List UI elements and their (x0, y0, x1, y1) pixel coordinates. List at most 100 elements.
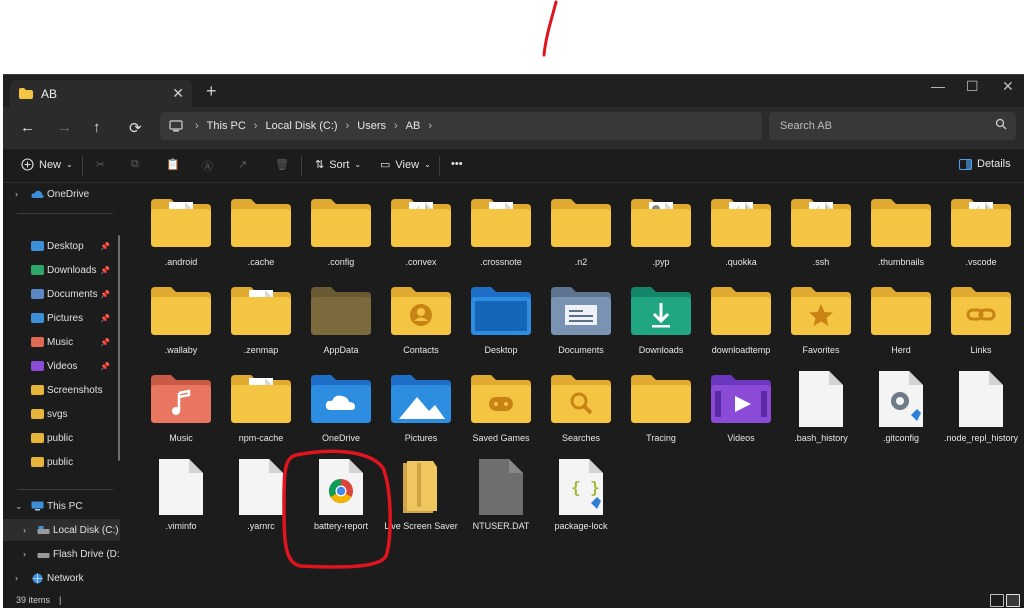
file-item[interactable]: .config (303, 191, 379, 279)
file-item[interactable]: { } package-lock (543, 455, 619, 543)
file-item[interactable]: Videos (703, 367, 779, 455)
sidebar-item-documents[interactable]: Documents 📌 (3, 283, 120, 305)
sidebar-item-desktop[interactable]: Desktop 📌 (3, 235, 120, 257)
file-item[interactable]: Herd (863, 279, 939, 367)
file-item[interactable]: .gitconfig (863, 367, 939, 455)
file-item[interactable]: OneDrive (303, 367, 379, 455)
sidebar-item-local-disk[interactable]: › Local Disk (C:) (3, 519, 120, 541)
sidebar-item-onedrive[interactable]: › OneDrive (3, 183, 120, 205)
file-item[interactable]: Documents (543, 279, 619, 367)
chevron-right-icon[interactable]: › (23, 525, 26, 535)
file-item[interactable]: .wallaby (143, 279, 219, 367)
paste-icon[interactable]: 📋 (166, 158, 180, 171)
sidebar-item-videos[interactable]: Videos 📌 (3, 355, 120, 377)
maximize-button[interactable]: ☐ (966, 78, 979, 95)
copy-icon[interactable]: ⧉ (131, 158, 139, 171)
file-item[interactable]: { } .quokka (703, 191, 779, 279)
search-box[interactable]: Search AB (769, 112, 1016, 140)
file-item-name: .crossnote (480, 257, 522, 267)
chevron-right-icon[interactable]: › (15, 189, 18, 199)
sidebar-item-this-pc[interactable]: ⌄ This PC (3, 495, 120, 517)
details-button[interactable]: Details (959, 158, 1011, 170)
file-item[interactable]: .pyp (623, 191, 699, 279)
file-item[interactable]: .crossnote (463, 191, 539, 279)
tab-ab[interactable]: AB ✕ (10, 80, 192, 107)
divider (301, 156, 302, 176)
divider (439, 156, 440, 176)
sidebar-label: Screenshots (47, 384, 103, 396)
sidebar-item-downloads[interactable]: Downloads 📌 (3, 259, 120, 281)
file-item[interactable]: Downloads (623, 279, 699, 367)
new-tab-button[interactable]: + (206, 81, 217, 102)
folder-icon (229, 195, 293, 251)
file-item[interactable]: AppData (303, 279, 379, 367)
forward-button[interactable]: → (57, 119, 72, 136)
sidebar-item-screenshots[interactable]: Screenshots (3, 379, 120, 401)
up-button[interactable]: ↑ (93, 119, 101, 136)
sidebar-item-public[interactable]: public (3, 427, 120, 449)
file-item[interactable]: .n2 (543, 191, 619, 279)
chevron-down-icon[interactable]: ⌄ (15, 501, 23, 512)
file-item[interactable]: .zenmap (223, 279, 299, 367)
sidebar-item-svgs[interactable]: svgs (3, 403, 120, 425)
sort-button[interactable]: ⇅ Sort ⌄ (315, 158, 361, 172)
file-item[interactable]: Pictures (383, 367, 459, 455)
file-item[interactable]: downloadtemp (703, 279, 779, 367)
refresh-button[interactable]: ⟳ (129, 119, 142, 137)
chevron-right-icon[interactable]: › (23, 549, 26, 559)
file-item[interactable]: .cache (223, 191, 299, 279)
file-item[interactable]: .viminfo (143, 455, 219, 543)
file-item-name: Saved Games (472, 433, 530, 443)
share-icon[interactable]: ↗ (238, 158, 247, 171)
file-item[interactable]: { } .convex (383, 191, 459, 279)
breadcrumb-users[interactable]: Users (357, 120, 386, 132)
file-item[interactable]: Tracing (623, 367, 699, 455)
file-item[interactable]: Searches (543, 367, 619, 455)
search-icon (995, 118, 1007, 130)
file-item[interactable]: { } .vscode (943, 191, 1019, 279)
details-view-button[interactable] (990, 594, 1004, 607)
file-item[interactable]: Favorites (783, 279, 859, 367)
file-item[interactable]: .node_repl_history (943, 367, 1019, 455)
file-item[interactable]: .thumbnails (863, 191, 939, 279)
folder-icon (149, 283, 213, 339)
sidebar-item-flash-drive[interactable]: › Flash Drive (D: (3, 543, 120, 565)
close-tab-icon[interactable]: ✕ (172, 85, 184, 102)
file-icon (149, 459, 213, 515)
file-item[interactable]: .android (143, 191, 219, 279)
file-item[interactable]: { } .ssh (783, 191, 859, 279)
file-item[interactable]: NTUSER.DAT (463, 455, 539, 543)
large-icons-view-button[interactable] (1006, 594, 1020, 607)
sidebar-label: Pictures (47, 312, 84, 324)
breadcrumb-this-pc[interactable]: This PC (207, 120, 246, 132)
more-options-button[interactable]: ••• (451, 158, 463, 170)
chevron-right-icon[interactable]: › (15, 573, 18, 583)
file-item[interactable]: Contacts (383, 279, 459, 367)
file-item[interactable]: .yarnrc (223, 455, 299, 543)
back-button[interactable]: ← (20, 119, 35, 136)
file-item[interactable]: battery-report (303, 455, 379, 543)
breadcrumb-local-disk[interactable]: Local Disk (C:) (265, 120, 337, 132)
delete-icon[interactable]: 🗑 (275, 158, 289, 171)
file-item[interactable]: Live Screen Saver (383, 455, 459, 543)
file-item[interactable]: Music (143, 367, 219, 455)
file-item[interactable]: Links (943, 279, 1019, 367)
sidebar-item-music[interactable]: Music 📌 (3, 331, 120, 353)
sidebar-item-public[interactable]: public (3, 451, 120, 473)
close-window-button[interactable]: ✕ (1002, 78, 1014, 95)
cut-icon[interactable]: ✂ (96, 158, 105, 171)
new-button[interactable]: New ⌄ (21, 158, 73, 171)
file-item[interactable]: Desktop (463, 279, 539, 367)
divider (82, 156, 83, 176)
rename-icon[interactable]: Ⓐ (202, 158, 213, 174)
breadcrumb-ab[interactable]: AB (406, 120, 421, 132)
view-button[interactable]: ▭ View ⌄ (380, 158, 431, 172)
address-bar[interactable]: › This PC › Local Disk (C:) › Users › AB… (160, 112, 762, 140)
chevron-right-icon[interactable]: › (428, 120, 432, 132)
file-item[interactable]: .bash_history (783, 367, 859, 455)
minimize-button[interactable]: — (931, 78, 945, 94)
sidebar-item-pictures[interactable]: Pictures 📌 (3, 307, 120, 329)
sidebar-item-network[interactable]: › Network (3, 567, 120, 589)
file-item[interactable]: Saved Games (463, 367, 539, 455)
file-item[interactable]: npm-cache (223, 367, 299, 455)
